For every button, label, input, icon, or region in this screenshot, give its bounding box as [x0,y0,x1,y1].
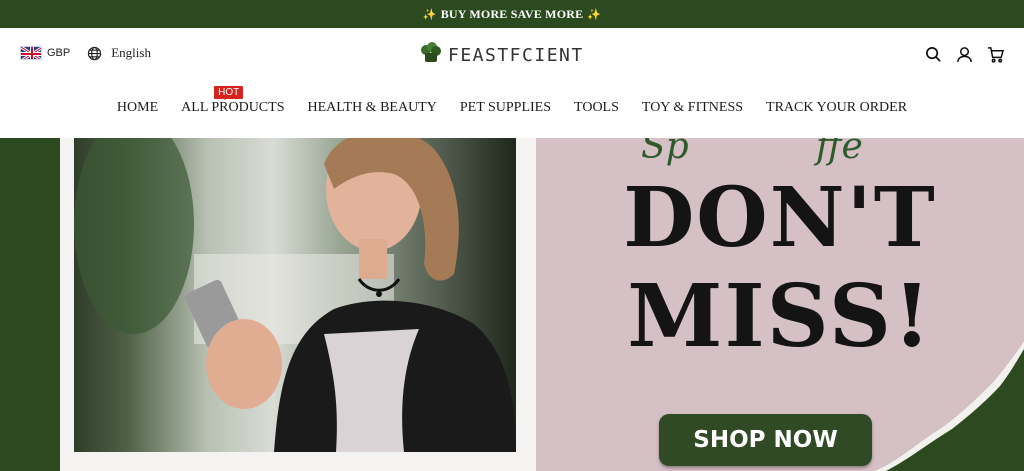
cart-icon[interactable] [987,46,1005,63]
main-nav: HOME ALL PRODUCTS HOT HEALTH & BEAUTY PE… [0,86,1024,116]
torn-paper-decoration [874,341,1024,471]
hero-banner[interactable]: Sp ffe DON'T MISS! SHOP NOW [0,138,1024,471]
shop-now-button[interactable]: SHOP NOW [659,414,872,466]
announcement-text: BUY MORE SAVE MORE [440,6,584,21]
currency-label[interactable]: GBP [47,47,70,59]
sparkle-icon: ✨ [422,8,437,21]
language-label[interactable]: English [111,45,151,61]
locale-selector[interactable]: GBP English [20,45,151,61]
nav-track-order[interactable]: TRACK YOUR ORDER [766,100,907,116]
nav-toy-fitness[interactable]: TOY & FITNESS [642,100,743,116]
nav-all-products[interactable]: ALL PRODUCTS HOT [181,86,285,116]
search-icon[interactable] [925,46,942,63]
logo-text: FEASTFCIENT [448,44,584,66]
script-decoration: ffe [816,138,863,167]
promo-panel: Sp ffe DON'T MISS! SHOP NOW [536,138,1024,471]
photo-frame [60,138,536,471]
header-actions [925,46,1005,63]
script-decoration: Sp [641,138,689,167]
nav-pet-supplies[interactable]: PET SUPPLIES [460,100,551,116]
site-header: GBP English FEASTFCIENT HOME ALL PRODUCT… [0,28,1024,138]
nav-all-products-label: ALL PRODUCTS [181,100,285,115]
uk-flag-icon [20,46,42,60]
hero-photo-woman-with-phone [74,138,516,452]
nav-home[interactable]: HOME [117,100,158,116]
globe-icon[interactable] [87,46,102,61]
hot-badge: HOT [214,86,244,100]
account-icon[interactable] [956,46,973,63]
nav-health-beauty[interactable]: HEALTH & BEAUTY [307,100,436,116]
site-logo[interactable]: FEASTFCIENT [420,42,584,68]
logo-icon [420,42,442,68]
announcement-bar: ✨ BUY MORE SAVE MORE ✨ [0,0,1024,28]
sparkle-icon: ✨ [587,8,602,21]
nav-tools[interactable]: TOOLS [574,100,619,116]
headline-line-1: DON'T [623,170,937,266]
